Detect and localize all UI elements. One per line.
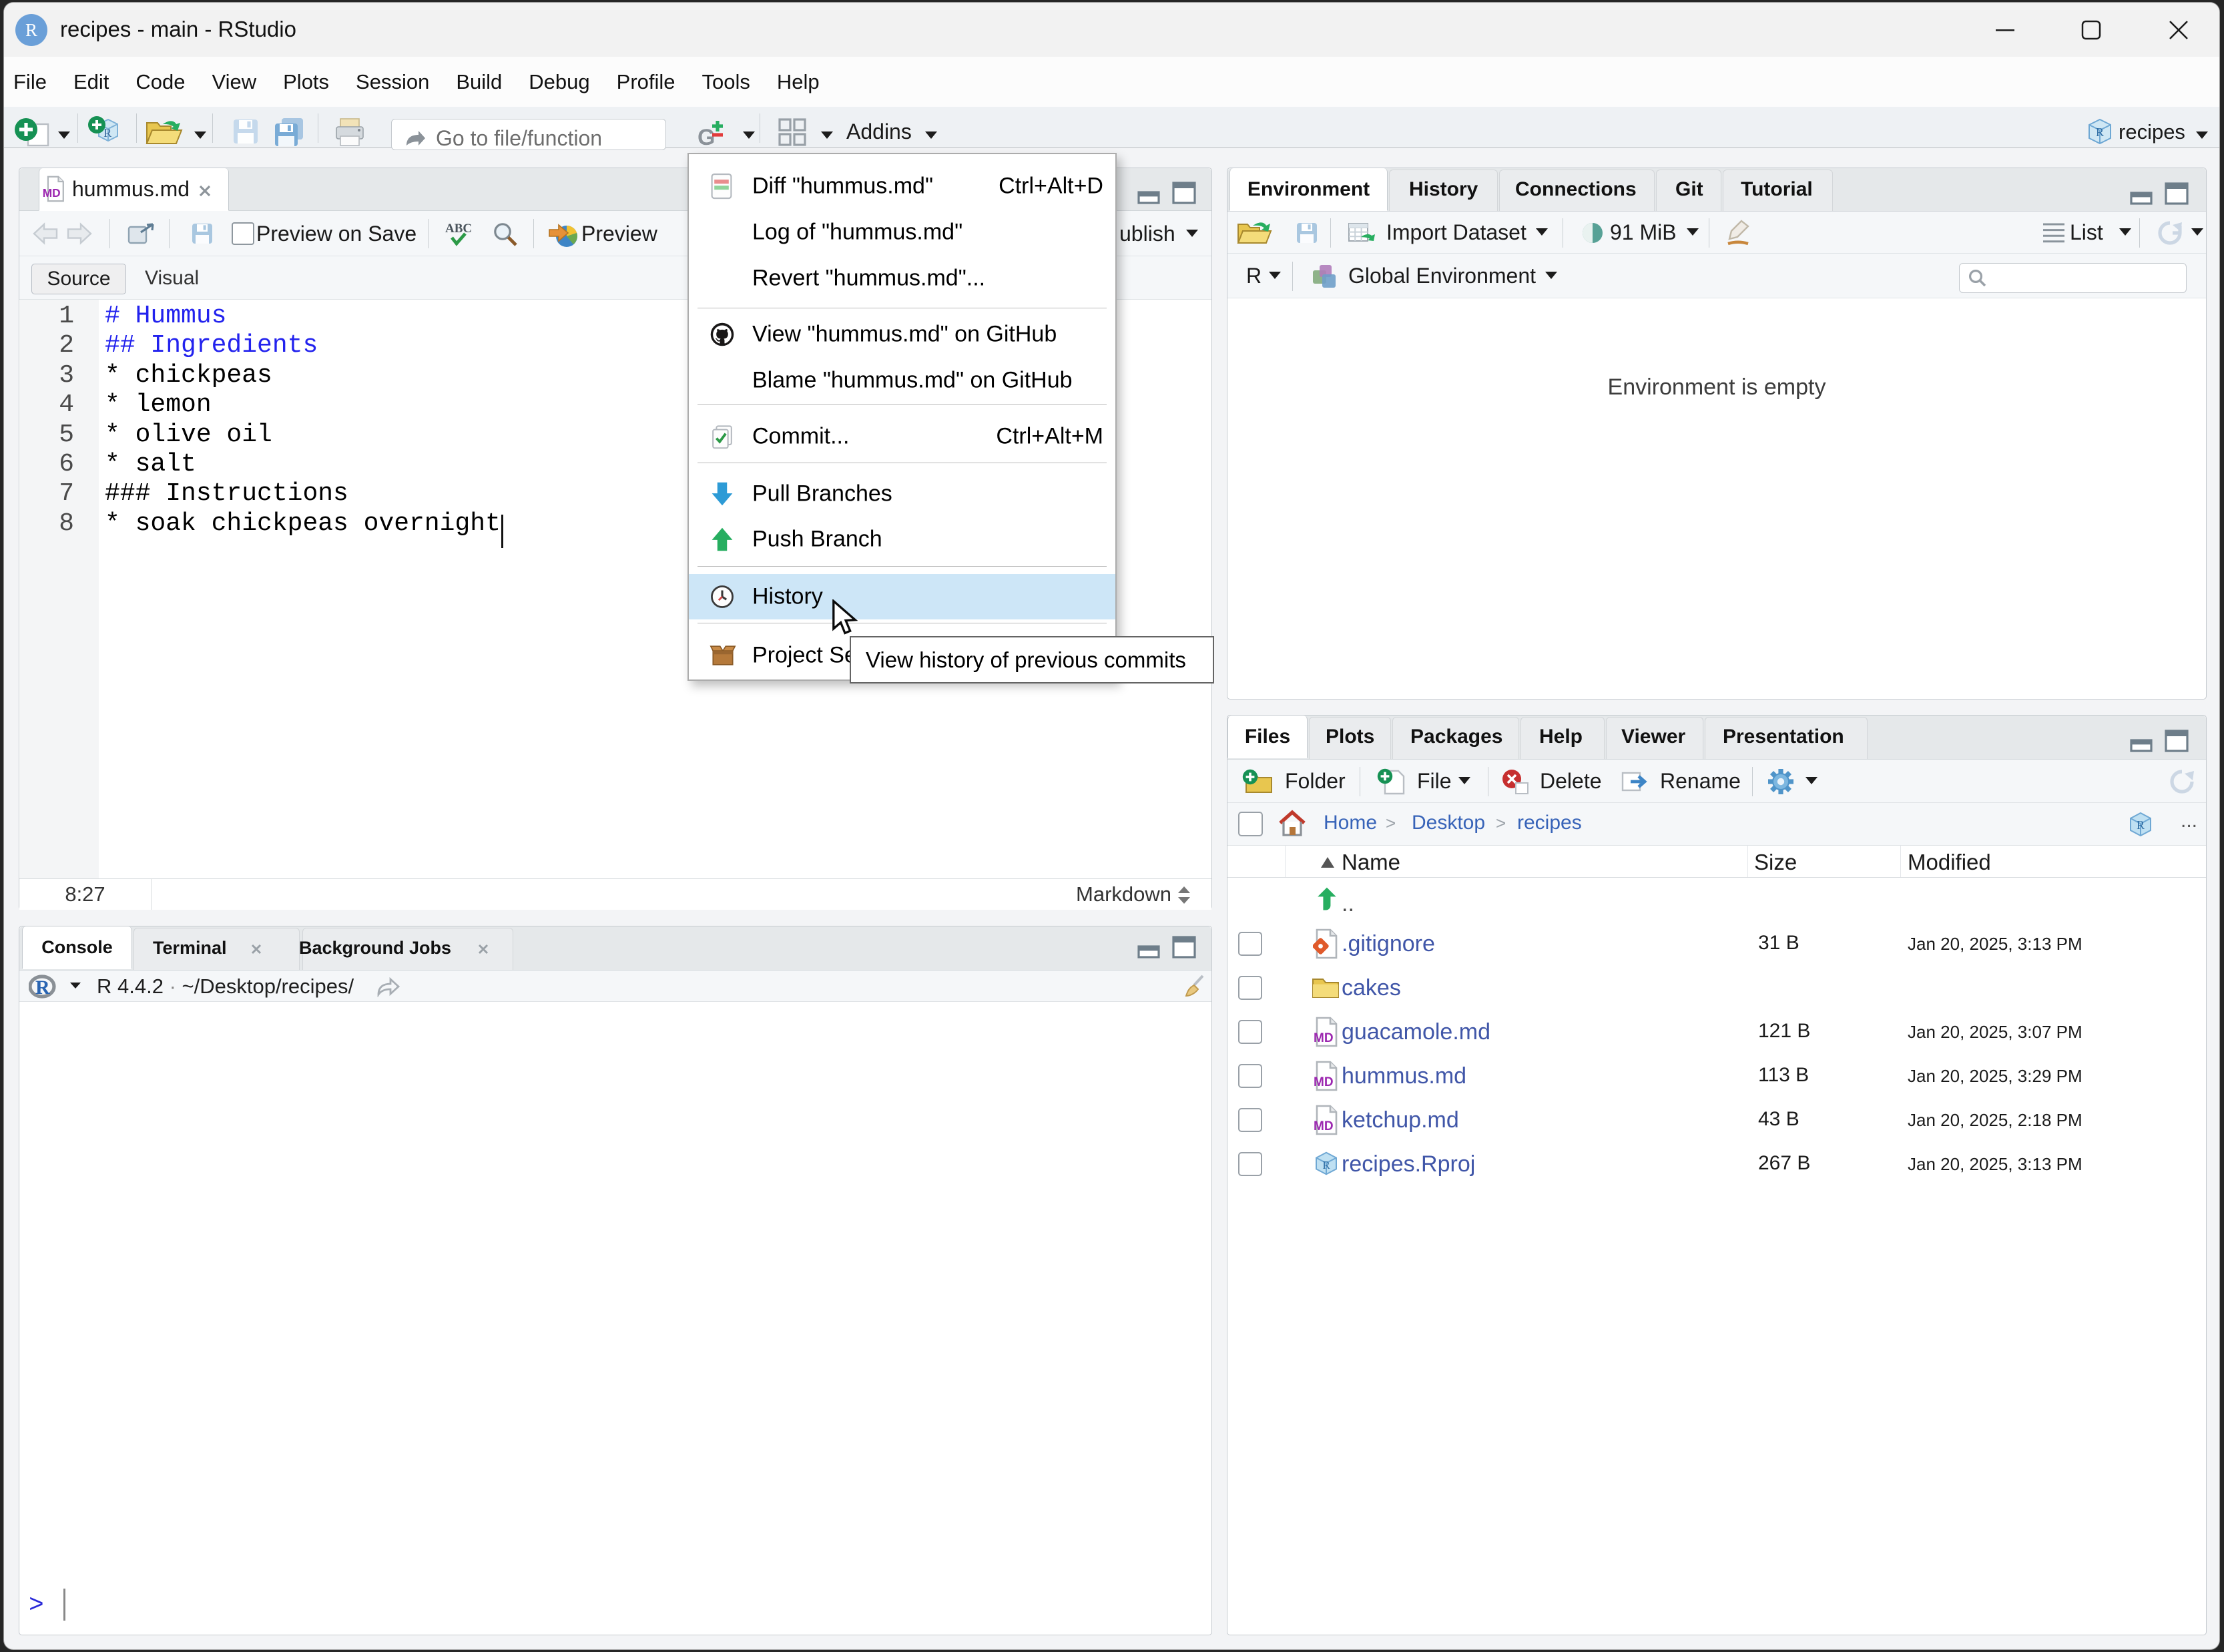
svg-text:R: R <box>1322 1159 1330 1171</box>
svg-text:G: G <box>698 125 715 150</box>
svg-text:MD: MD <box>43 186 61 200</box>
svg-text:MD: MD <box>1314 1031 1334 1045</box>
svg-text:ABC: ABC <box>445 222 472 236</box>
svg-text:R: R <box>2096 125 2104 139</box>
svg-text:MD: MD <box>1314 1075 1334 1089</box>
svg-text:R: R <box>35 977 50 999</box>
svg-text:MD: MD <box>1314 1119 1334 1133</box>
svg-text:R: R <box>2137 818 2145 832</box>
svg-text:R: R <box>25 20 37 40</box>
